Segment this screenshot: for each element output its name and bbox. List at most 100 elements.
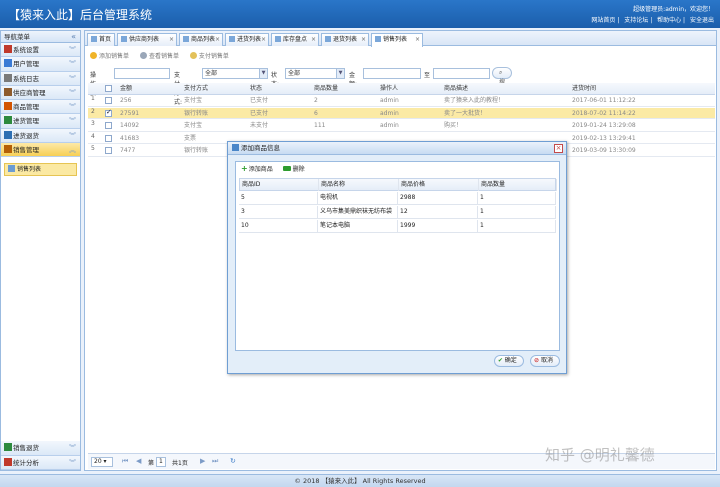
tab[interactable]: 供应商列表 × — [117, 33, 177, 46]
operator-input[interactable] — [114, 68, 170, 79]
page-prefix: 第 — [148, 460, 155, 467]
column-header[interactable]: 商品名称 — [319, 179, 399, 191]
search-button[interactable]: ⌕ 搜索 — [492, 67, 513, 96]
ok-button[interactable]: ✔ 确定 — [493, 355, 524, 367]
amount-min-input[interactable] — [363, 68, 421, 79]
select-all-checkbox[interactable] — [105, 85, 112, 92]
amount-max-input[interactable] — [433, 68, 490, 79]
sidebar-item-label: 进货退货 — [13, 131, 39, 140]
close-icon[interactable]: × — [311, 34, 316, 45]
table-row[interactable]: 5 电视机 2988 1 — [239, 192, 556, 205]
sidebar-item[interactable]: 商品管理 ︾ — [1, 100, 80, 115]
last-page-icon[interactable]: ⏭ — [212, 457, 218, 466]
close-icon[interactable]: × — [554, 144, 563, 153]
menu-icon — [4, 145, 12, 154]
table-row[interactable]: 3 14092 支付宝 未支付 111 admin 购买！ 2019-01-24 13:29:… — [88, 120, 715, 132]
column-header[interactable]: 状态 — [250, 83, 262, 94]
sidebar-item[interactable]: 系统日志 ︾ — [1, 71, 80, 86]
table-cell: 256 — [120, 97, 132, 104]
close-icon[interactable]: × — [415, 34, 420, 45]
table-cell: 2019-03-09 13:30:09 — [572, 147, 636, 154]
column-header[interactable]: 金额 — [120, 83, 132, 94]
tab-icon — [325, 36, 331, 42]
table-cell: 3 — [239, 206, 318, 218]
link-help[interactable]: 帮助中心 — [657, 17, 681, 24]
link-forum[interactable]: 支持论坛 — [624, 17, 648, 24]
close-icon[interactable]: × — [215, 34, 220, 45]
sidebar-item[interactable]: 系统设置 ︾ — [1, 43, 80, 58]
row-number: 1 — [91, 95, 95, 102]
column-header[interactable]: 进货时间 — [572, 83, 596, 94]
tab-label: 销售列表 — [383, 36, 408, 43]
pay-icon — [189, 52, 197, 59]
sidebar-item[interactable]: 统计分析 ︾ — [1, 455, 80, 470]
sidebar-item[interactable]: 用户管理 ︾ — [1, 57, 80, 72]
collapse-left-icon[interactable]: « — [71, 31, 76, 43]
list-icon — [8, 165, 15, 173]
tab-icon — [375, 36, 381, 42]
row-checkbox[interactable] — [105, 97, 112, 104]
sidebar-item[interactable]: 销售退货 ︾ — [1, 441, 80, 456]
table-row[interactable]: 2 27591 银行转账 已支付 6 admin 卖了一大批货！ 2018-07-02 11:… — [88, 107, 715, 119]
column-header[interactable]: 商品价格 — [399, 179, 479, 191]
product-table-header: 商品ID 商品名称 商品价格 商品数量 — [239, 178, 557, 191]
sidebar-item-label: 销售退货 — [13, 444, 39, 453]
sidebar-item[interactable]: 销售管理 ︽ — [1, 143, 80, 158]
add-sale-button[interactable]: 添加销售单 — [90, 52, 129, 60]
tab-label: 进货列表 — [237, 36, 262, 43]
tab-label: 商品列表 — [191, 36, 216, 43]
add-product-button[interactable]: +添加商品 — [241, 164, 273, 173]
column-header[interactable]: 商品数量 — [314, 83, 338, 94]
view-sale-button[interactable]: 查看销售单 — [139, 52, 179, 60]
row-checkbox[interactable] — [105, 108, 112, 117]
sidebar-item-label: 系统设置 — [13, 46, 39, 54]
column-header[interactable]: 商品数量 — [479, 179, 557, 191]
first-page-icon[interactable]: ⏮ — [122, 457, 128, 466]
delete-product-button[interactable]: 删除 — [275, 166, 305, 173]
page-input[interactable]: 1 — [156, 457, 166, 467]
sidebar-item-label: 供应商管理 — [13, 88, 46, 97]
close-icon[interactable]: × — [361, 34, 366, 45]
table-cell: 2018-07-02 11:14:22 — [572, 109, 636, 117]
table-cell: 7477 — [120, 147, 136, 154]
prev-page-icon[interactable]: ◀ — [136, 457, 141, 465]
tab[interactable]: 销售列表 × — [371, 33, 423, 47]
refresh-icon[interactable]: ↻ — [230, 457, 236, 465]
chevron-icon: ︾ — [69, 103, 76, 112]
pay-method-select[interactable]: 全部 ▼ — [202, 68, 268, 79]
dialog-toolbar: +添加商品 删除 — [236, 162, 559, 176]
tab[interactable]: 库存盘点 × — [271, 33, 319, 46]
tab[interactable]: 退货列表 × — [321, 33, 369, 46]
column-header[interactable]: 操作人 — [380, 83, 398, 94]
table-cell: 10 — [239, 220, 318, 232]
next-page-icon[interactable]: ▶ — [200, 457, 205, 465]
status-select[interactable]: 全部 ▼ — [285, 68, 345, 79]
table-row[interactable]: 10 笔记本电脑 1999 1 — [239, 220, 556, 233]
table-cell: 已支付 — [250, 109, 269, 117]
page-size-select[interactable]: 20 ▾ — [91, 457, 113, 467]
row-checkbox[interactable] — [105, 134, 112, 142]
column-header[interactable]: 商品ID — [240, 179, 319, 191]
tab[interactable]: 首页 — [87, 33, 115, 46]
pay-sale-button[interactable]: 支付销售单 — [189, 52, 229, 60]
close-icon[interactable]: × — [169, 34, 174, 45]
tab[interactable]: 进货列表 × — [225, 33, 269, 46]
table-cell: 2019-01-24 13:29:08 — [572, 122, 636, 129]
table-row[interactable]: 3 义乌市集美鼎织袜无纺布袋 12 1 — [239, 206, 556, 219]
sidebar-item[interactable]: 进货退货 ︾ — [1, 128, 80, 144]
cancel-button[interactable]: ⊘ 取消 — [530, 355, 560, 367]
table-row[interactable]: 1 256 支付宝 已支付 2 admin 卖了猿来入此的教程！ 2017-06-01 11:… — [88, 95, 715, 107]
link-logout[interactable]: 安全退出 — [690, 17, 714, 24]
sidebar-item[interactable]: 供应商管理 ︾ — [1, 85, 80, 101]
row-checkbox[interactable] — [105, 122, 112, 129]
sidebar-item-sales-list[interactable]: 销售列表 — [4, 163, 77, 177]
sidebar-item[interactable]: 进货管理 ︾ — [1, 114, 80, 129]
column-header[interactable]: 支付方式 — [184, 83, 208, 94]
column-header[interactable]: 商品描述 — [444, 83, 468, 94]
row-checkbox[interactable] — [105, 147, 112, 154]
link-home[interactable]: 网站首页 — [591, 17, 615, 24]
close-icon[interactable]: × — [261, 34, 266, 45]
tab[interactable]: 商品列表 × — [179, 33, 223, 46]
toolbar: 添加销售单 查看销售单 支付销售单 — [90, 51, 238, 63]
table-cell: 电视机 — [318, 192, 398, 204]
